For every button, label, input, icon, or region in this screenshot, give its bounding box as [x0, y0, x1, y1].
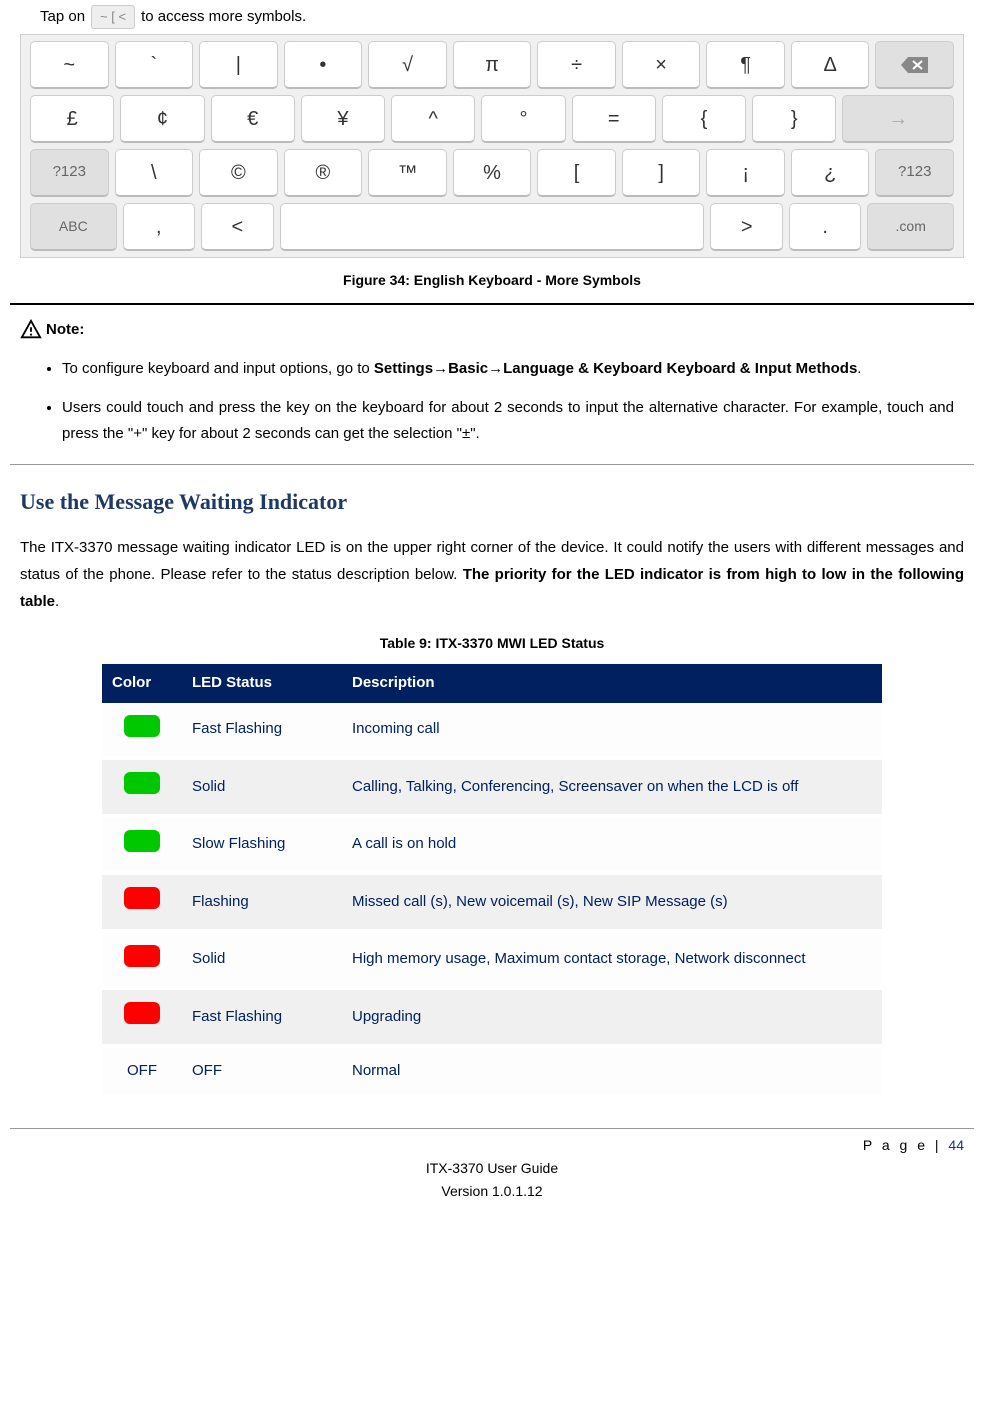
table-row: OFFOFFNormal — [102, 1046, 882, 1097]
table-caption: Table 9: ITX-3370 MWI LED Status — [10, 633, 974, 654]
footer-version: Version 1.0.1.12 — [20, 1181, 964, 1202]
note-label: Note: — [46, 319, 84, 342]
table-row: FlashingMissed call (s), New voicemail (… — [102, 873, 882, 931]
symbol-key-preview: ~ [ < — [91, 5, 135, 29]
th-color: Color — [102, 664, 182, 703]
cell-status: Flashing — [182, 873, 342, 931]
tap-after: to access more symbols. — [141, 6, 306, 29]
kb-key[interactable]: | — [199, 41, 278, 89]
abc-key[interactable]: ABC — [30, 203, 117, 251]
table-row: SolidHigh memory usage, Maximum contact … — [102, 931, 882, 989]
kb-key[interactable]: , — [123, 203, 195, 251]
kb-key[interactable]: = — [572, 95, 656, 143]
notes-list: To configure keyboard and input options,… — [40, 356, 954, 447]
th-status: LED Status — [182, 664, 342, 703]
cell-desc: Incoming call — [342, 703, 882, 759]
cell-color — [102, 758, 182, 816]
cell-status: Fast Flashing — [182, 703, 342, 759]
note-item-2: Users could touch and press the key on t… — [62, 395, 954, 446]
backspace-key[interactable] — [875, 41, 954, 89]
kb-key[interactable]: < — [201, 203, 273, 251]
cell-desc: Missed call (s), New voicemail (s), New … — [342, 873, 882, 931]
kb-key[interactable]: √ — [368, 41, 447, 89]
page-number: P a g e | 44 — [20, 1135, 964, 1156]
cell-desc: Calling, Talking, Conferencing, Screensa… — [342, 758, 882, 816]
divider — [10, 303, 974, 305]
cell-status: Solid — [182, 931, 342, 989]
kb-key[interactable]: ° — [481, 95, 565, 143]
mode-key[interactable]: ?123 — [875, 149, 954, 197]
th-desc: Description — [342, 664, 882, 703]
section-heading: Use the Message Waiting Indicator — [20, 485, 964, 518]
tap-before: Tap on — [40, 6, 85, 29]
kb-key[interactable]: ™ — [368, 149, 447, 197]
space-key[interactable] — [280, 203, 705, 251]
cell-color: OFF — [102, 1046, 182, 1097]
cell-status: Fast Flashing — [182, 988, 342, 1046]
divider-thin — [10, 464, 974, 465]
footer-title: ITX-3370 User Guide — [20, 1158, 964, 1179]
page-footer: P a g e | 44 ITX-3370 User Guide Version… — [10, 1128, 974, 1202]
kb-key[interactable]: π — [453, 41, 532, 89]
kb-key[interactable]: ¿ — [791, 149, 870, 197]
green-swatch — [124, 772, 160, 794]
green-swatch — [124, 830, 160, 852]
kb-key[interactable]: > — [710, 203, 782, 251]
backspace-icon — [900, 55, 930, 75]
table-row: Slow FlashingA call is on hold — [102, 816, 882, 874]
mwi-table: Color LED Status Description Fast Flashi… — [102, 664, 882, 1098]
green-swatch — [124, 715, 160, 737]
kb-key[interactable]: [ — [537, 149, 616, 197]
cell-status: Solid — [182, 758, 342, 816]
cell-desc: A call is on hold — [342, 816, 882, 874]
kb-key[interactable]: £ — [30, 95, 114, 143]
red-swatch — [124, 945, 160, 967]
kb-key[interactable]: × — [622, 41, 701, 89]
cell-status: OFF — [182, 1046, 342, 1097]
red-swatch — [124, 1002, 160, 1024]
red-swatch — [124, 887, 160, 909]
figure-caption: Figure 34: English Keyboard - More Symbo… — [10, 270, 974, 291]
kb-key[interactable]: % — [453, 149, 532, 197]
kb-key[interactable]: { — [662, 95, 746, 143]
keyboard-figure: ~ ` | • √ π ÷ × ¶ Δ £ ¢ € ¥ ^ ° = { } → … — [20, 34, 964, 258]
kb-key[interactable]: ] — [622, 149, 701, 197]
dotcom-key[interactable]: .com — [867, 203, 954, 251]
enter-key[interactable]: → — [842, 95, 954, 143]
kb-key[interactable]: ¥ — [301, 95, 385, 143]
cell-color — [102, 816, 182, 874]
note-header: Note: — [20, 319, 974, 342]
kb-key[interactable]: • — [284, 41, 363, 89]
cell-color — [102, 988, 182, 1046]
table-row: SolidCalling, Talking, Conferencing, Scr… — [102, 758, 882, 816]
kb-key[interactable]: ` — [115, 41, 194, 89]
cell-color — [102, 931, 182, 989]
note-item-1: To configure keyboard and input options,… — [62, 356, 954, 382]
section-body: The ITX-3370 message waiting indicator L… — [20, 534, 964, 615]
table-row: Fast FlashingIncoming call — [102, 703, 882, 759]
warning-icon — [20, 319, 42, 341]
table-row: Fast FlashingUpgrading — [102, 988, 882, 1046]
kb-key[interactable]: ^ — [391, 95, 475, 143]
kb-key[interactable]: ¶ — [706, 41, 785, 89]
cell-desc: Normal — [342, 1046, 882, 1097]
cell-desc: Upgrading — [342, 988, 882, 1046]
kb-key[interactable]: . — [789, 203, 861, 251]
cell-color — [102, 873, 182, 931]
cell-desc: High memory usage, Maximum contact stora… — [342, 931, 882, 989]
kb-key[interactable]: © — [199, 149, 278, 197]
cell-color — [102, 703, 182, 759]
kb-key[interactable]: \ — [115, 149, 194, 197]
kb-key[interactable]: € — [211, 95, 295, 143]
kb-key[interactable]: ¢ — [120, 95, 204, 143]
cell-status: Slow Flashing — [182, 816, 342, 874]
tap-instruction: Tap on ~ [ < to access more symbols. — [40, 5, 974, 29]
kb-key[interactable]: ¡ — [706, 149, 785, 197]
kb-key[interactable]: ® — [284, 149, 363, 197]
kb-key[interactable]: ~ — [30, 41, 109, 89]
kb-key[interactable]: Δ — [791, 41, 870, 89]
mode-key[interactable]: ?123 — [30, 149, 109, 197]
kb-key[interactable]: } — [752, 95, 836, 143]
kb-key[interactable]: ÷ — [537, 41, 616, 89]
